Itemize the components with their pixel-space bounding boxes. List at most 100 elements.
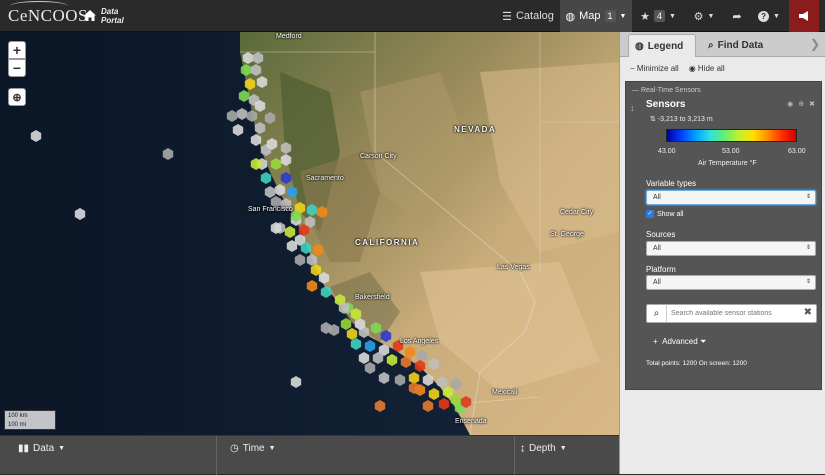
nav-catalog-label: Catalog xyxy=(515,10,554,22)
search-icon: ⌕ xyxy=(653,308,660,319)
star-icon: ★ xyxy=(640,10,650,23)
map-count-badge: 1 xyxy=(604,10,616,22)
search-icon: ⌕ xyxy=(708,40,714,51)
platform-select[interactable]: All ⇕ xyxy=(646,275,816,290)
tab-find-data-label: Find Data xyxy=(717,40,764,51)
hide-all-button[interactable]: ◉ Hide all xyxy=(689,64,725,73)
map-label-state: NEVADA xyxy=(454,125,497,134)
map-label-city: Sacramento xyxy=(306,175,344,182)
time-menu-label: Time xyxy=(242,442,265,454)
map-label-city: Medford xyxy=(276,33,302,40)
tab-legend-label: Legend xyxy=(647,40,684,52)
map-label-city: Carson City xyxy=(360,153,397,160)
clear-search-icon[interactable]: ✖ xyxy=(804,307,812,318)
colorbar-max: 63.00 xyxy=(788,148,806,155)
show-all-checkbox[interactable]: ✓ Show all xyxy=(646,210,683,218)
zoom-out-button[interactable]: − xyxy=(8,59,26,77)
nav-announcements[interactable] xyxy=(789,0,819,32)
select-arrows-icon: ⇕ xyxy=(805,279,811,285)
depth-icon: ↨ xyxy=(520,442,525,454)
sources-label: Sources xyxy=(646,230,676,239)
platform-value: All xyxy=(653,279,661,286)
minimize-all-label: Minimize all xyxy=(636,64,679,73)
variable-types-select[interactable]: All ⇕ xyxy=(646,190,816,205)
colorbar-label: Air Temperature °F xyxy=(698,160,757,167)
checkmark-icon: ✓ xyxy=(646,210,654,218)
map-label-city: Los Angeles xyxy=(400,338,439,345)
home-icon[interactable] xyxy=(84,10,96,21)
advanced-filter-toggle[interactable]: + Advanced ⏷ xyxy=(653,337,706,347)
bar-chart-icon: ▮▮ xyxy=(18,442,30,454)
minimize-all-button[interactable]: − Minimize all xyxy=(630,64,679,73)
sources-value: All xyxy=(653,245,661,252)
select-arrows-icon: ⇕ xyxy=(805,194,811,200)
layer-group-header[interactable]: — Real-Time Sensors xyxy=(632,87,701,94)
sensor-search: ⌕ ✖ xyxy=(646,304,817,323)
time-menu-button[interactable]: ◷ Time ▼ xyxy=(230,436,276,460)
bottom-toolbar: ▮▮ Data ▼ ◷ Time ▼ ↨ Depth ▼ xyxy=(0,435,619,475)
tab-find-data[interactable]: ⌕ Find Data xyxy=(702,34,792,57)
zoom-in-button[interactable]: + xyxy=(8,41,26,59)
map-label-city: Mexicali xyxy=(492,389,518,396)
caret-down-icon: ▼ xyxy=(668,12,676,20)
select-arrows-icon: ⇕ xyxy=(805,245,811,251)
zoom-to-layer-icon[interactable]: ⊕ xyxy=(798,100,804,108)
colorbar-mid: 53.00 xyxy=(722,148,740,155)
share-icon: ➦ xyxy=(732,10,742,23)
panel-tabs: ◍ Legend ⌕ Find Data ❯ xyxy=(620,32,825,57)
divider xyxy=(514,436,515,475)
map-label-city: Ensenada xyxy=(455,418,487,425)
eye-slash-icon: ◉ xyxy=(688,64,696,73)
data-portal-label[interactable]: Data Portal xyxy=(101,7,127,25)
zoom-to-extent-button[interactable]: ⊕ xyxy=(8,88,26,106)
depth-range: ⇅ -3,213 to 3,213 m xyxy=(650,115,713,123)
bullhorn-icon xyxy=(799,11,808,21)
nav-help[interactable]: ? ▼ xyxy=(752,0,786,32)
platform-label: Platform xyxy=(646,265,676,274)
top-navbar: CeNCOOS Data Portal ☰ Catalog ◍ Map 1 ▼ … xyxy=(0,0,825,32)
caret-down-icon: ▼ xyxy=(619,12,627,20)
layer-title: Sensors xyxy=(646,99,686,110)
satellite-basemap xyxy=(0,32,619,435)
nav-catalog[interactable]: ☰ Catalog xyxy=(500,0,556,32)
color-scale-bar xyxy=(666,129,797,142)
tab-legend[interactable]: ◍ Legend xyxy=(628,34,696,57)
search-input[interactable] xyxy=(671,307,796,320)
caret-down-icon: ▼ xyxy=(707,12,715,20)
caret-down-icon: ▼ xyxy=(268,444,276,452)
map-label-city: Cedar City xyxy=(560,209,594,216)
filter-icon: ⏷ xyxy=(699,337,707,346)
globe-icon: ◍ xyxy=(565,10,576,23)
data-menu-button[interactable]: ▮▮ Data ▼ xyxy=(18,436,65,460)
nav-map-label: Map xyxy=(579,10,601,22)
map-label-city: St. George xyxy=(550,231,584,238)
search-button[interactable]: ⌕ xyxy=(647,305,667,322)
sort-icon: ⇅ xyxy=(650,116,656,123)
drag-handle-icon[interactable]: ↕ xyxy=(630,103,635,113)
nav-settings[interactable]: ⚙ ▼ xyxy=(684,0,724,32)
advanced-label: Advanced xyxy=(662,337,698,346)
map-label-city: Las Vegas xyxy=(497,264,530,271)
map-label-city: Bakersfield xyxy=(355,294,390,301)
layer-legend-card: — Real-Time Sensors ↕ Sensors ◉ ⊕ ✖ ⇅ -3… xyxy=(625,81,822,390)
depth-menu-button[interactable]: ↨ Depth ▼ xyxy=(520,436,567,460)
close-icon[interactable]: ✖ xyxy=(809,100,815,108)
colorbar-min: 43.00 xyxy=(658,148,676,155)
scale-mi: 100 mi xyxy=(4,420,56,430)
variable-types-value: All xyxy=(653,194,661,201)
gear-icon: ⚙ xyxy=(693,10,704,23)
map-view[interactable]: Medford NEVADA Carson City Sacramento Sa… xyxy=(0,32,619,435)
cencoos-logo[interactable]: CeNCOOS xyxy=(8,1,88,26)
chevron-right-icon[interactable]: ❯ xyxy=(810,37,820,51)
map-label-state: CALIFORNIA xyxy=(355,238,420,247)
depth-range-text: -3,213 to 3,213 m xyxy=(657,116,713,123)
data-menu-label: Data xyxy=(33,442,55,454)
nav-map[interactable]: ◍ Map 1 ▼ xyxy=(560,0,632,32)
favorites-count-badge: 4 xyxy=(653,10,665,22)
eye-icon[interactable]: ◉ xyxy=(787,100,793,108)
nav-favorites[interactable]: ★ 4 ▼ xyxy=(636,0,680,32)
sources-select[interactable]: All ⇕ xyxy=(646,241,816,256)
layer-group-title: Real-Time Sensors xyxy=(640,87,701,94)
hide-all-label: Hide all xyxy=(697,64,725,73)
nav-share[interactable]: ➦ xyxy=(726,0,748,32)
